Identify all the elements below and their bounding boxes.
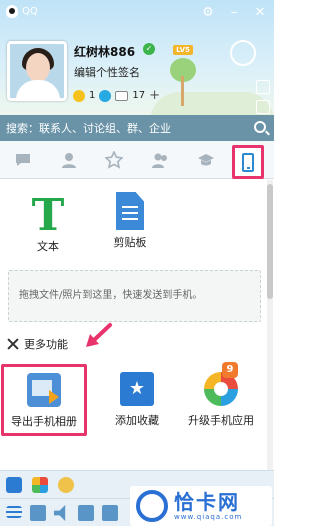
avatar[interactable] <box>7 41 67 101</box>
upgrade-apps-button[interactable]: 升级手机应用 <box>178 364 264 428</box>
text-icon: T <box>31 190 65 241</box>
watermark-text: 恰卡网 www.qiaqa.com <box>174 491 242 521</box>
bookmark-icon <box>120 372 154 406</box>
star-icon[interactable] <box>73 89 85 102</box>
watermark: 恰卡网 www.qiaqa.com <box>130 486 272 526</box>
add-bookmark-button[interactable]: 添加收藏 <box>94 364 180 428</box>
contacts-icon <box>61 152 76 168</box>
close-button[interactable]: ✕ <box>252 5 268 21</box>
qzone-icon[interactable] <box>99 89 112 102</box>
scrollbar-thumb[interactable] <box>267 184 273 299</box>
more-features-label: 更多功能 <box>24 338 68 351</box>
header-side-icons <box>256 80 270 114</box>
sound-icon[interactable] <box>54 505 66 521</box>
export-album-label: 导出手机相册 <box>11 415 77 428</box>
panel-scrollbar[interactable] <box>267 180 273 470</box>
tab-chat[interactable] <box>0 141 46 178</box>
security-shield-icon[interactable] <box>6 477 22 493</box>
qq-logo-icon <box>6 5 18 18</box>
signature-field[interactable]: 编辑个性签名 <box>74 64 140 80</box>
star-count: 1 <box>89 90 96 101</box>
more-features[interactable]: 更多功能 <box>6 336 68 352</box>
watermark-url: www.qiaqa.com <box>174 513 243 521</box>
tab-phone-highlight <box>232 145 265 179</box>
skin-icon[interactable]: ⚙ <box>200 5 216 21</box>
watermark-title: 恰卡网 <box>174 490 240 514</box>
sun-decoration-icon <box>230 40 256 66</box>
watermark-logo-icon <box>136 490 168 522</box>
folder-icon[interactable] <box>102 505 118 521</box>
app-brand: QQ <box>6 5 38 18</box>
tab-phone[interactable] <box>228 141 274 179</box>
search-bar <box>0 115 274 141</box>
export-album-icon <box>27 373 61 407</box>
window-controls: ⚙ – ✕ <box>200 5 268 21</box>
clipboard-button[interactable]: 剪贴板 <box>106 192 154 250</box>
main-menu-icon[interactable] <box>6 506 22 518</box>
app-box-icon[interactable] <box>32 477 48 493</box>
message-manager-icon[interactable] <box>78 505 94 521</box>
send-text-button[interactable]: T 文本 <box>28 194 68 254</box>
weather-icon[interactable] <box>256 80 270 94</box>
mail-count: 17 <box>132 90 146 101</box>
upgrade-apps-label: 升级手机应用 <box>188 414 254 427</box>
profile-header: QQ ⚙ – ✕ 红树林886 ✓ LV5 编辑个性签名 1 17 + <box>0 0 274 115</box>
export-album-button[interactable]: 导出手机相册 <box>1 364 87 436</box>
games-icon[interactable] <box>58 477 74 493</box>
file-dropzone[interactable]: 拖拽文件/照片到这里，快速发送到手机。 <box>8 270 261 322</box>
mail-box-icon[interactable] <box>256 100 270 114</box>
mail-icon[interactable] <box>115 90 129 101</box>
star-icon <box>105 150 124 169</box>
search-input[interactable] <box>0 115 274 141</box>
system-settings-icon[interactable] <box>30 505 46 521</box>
main-tabs <box>0 141 274 179</box>
minimize-button[interactable]: – <box>226 5 242 21</box>
tab-groups[interactable] <box>137 141 183 178</box>
graduation-cap-icon <box>197 153 214 165</box>
group-icon <box>151 153 167 168</box>
phone-icon <box>242 152 255 172</box>
clipboard-icon <box>116 192 144 230</box>
tab-education[interactable] <box>183 141 229 178</box>
update-count-badge: 9 <box>222 362 238 378</box>
tree-decoration-icon <box>170 58 196 106</box>
pointer-arrow-icon <box>86 323 112 347</box>
online-status-icon[interactable]: ✓ <box>143 43 155 55</box>
add-bookmark-label: 添加收藏 <box>115 414 159 427</box>
chat-icon <box>15 153 30 166</box>
clipboard-label: 剪贴板 <box>113 236 147 249</box>
add-app-button[interactable]: + <box>149 88 160 103</box>
profile-stats: 1 17 + <box>73 88 160 103</box>
window-title: QQ <box>22 6 38 17</box>
tab-contacts[interactable] <box>46 141 92 178</box>
search-icon[interactable] <box>254 121 266 133</box>
tools-icon <box>6 337 20 351</box>
level-badge[interactable]: LV5 <box>173 45 193 55</box>
tab-favorites[interactable] <box>91 141 137 178</box>
nickname[interactable]: 红树林886 <box>74 43 135 60</box>
